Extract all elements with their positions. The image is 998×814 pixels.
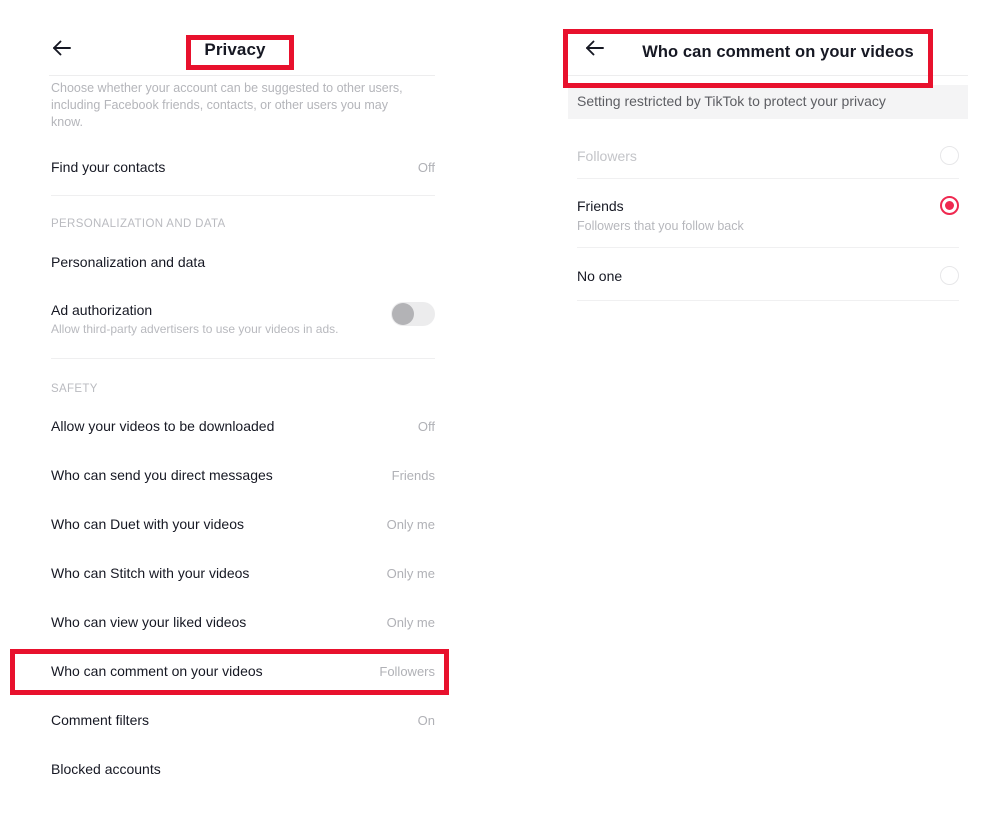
screenshot-root: Privacy Choose whether your account can … [0,0,998,814]
option-sublabel: Followers that you follow back [577,219,744,233]
privacy-description: Choose whether your account can be sugge… [51,81,403,129]
radio-friends[interactable] [940,196,959,215]
setting-row-liked-videos[interactable]: Who can view your liked videos Only me [51,614,435,642]
restriction-notice-text: Setting restricted by TikTok to protect … [577,93,886,109]
setting-row-allow-downloads[interactable]: Allow your videos to be downloaded Off [51,418,435,446]
option-divider [577,247,959,248]
row-label: Find your contacts [51,159,166,175]
toggle-knob [392,303,414,325]
section-divider [51,358,435,359]
setting-row-comment-filters[interactable]: Comment filters On [51,712,435,740]
setting-row-blocked-accounts[interactable]: Blocked accounts [51,761,435,789]
row-value: Only me [386,566,435,581]
row-label: Personalization and data [51,254,206,270]
row-value: Off [417,160,435,175]
restriction-notice-banner: Setting restricted by TikTok to protect … [568,85,968,119]
row-label: Who can send you direct messages [51,467,273,483]
setting-row-duet[interactable]: Who can Duet with your videos Only me [51,516,435,544]
privacy-settings-panel: Privacy Choose whether your account can … [35,0,435,814]
row-label: Comment filters [51,712,150,728]
page-title: Who can comment on your videos [642,43,914,61]
setting-row-ad-authorization[interactable]: Ad authorization Allow third-party adver… [51,302,435,350]
row-value: Only me [386,517,435,532]
right-header: Who can comment on your videos [568,0,968,76]
row-value: Friends [391,468,435,483]
row-label: Ad authorization [51,302,153,318]
option-divider [577,178,959,179]
option-label: Friends [577,198,624,214]
row-sublabel: Allow third-party advertisers to use you… [51,322,339,336]
section-divider [51,195,435,196]
row-label: Who can Duet with your videos [51,516,244,532]
group-header-safety: SAFETY [51,383,98,395]
row-label: Blocked accounts [51,761,161,777]
radio-followers[interactable] [940,146,959,165]
setting-row-stitch[interactable]: Who can Stitch with your videos Only me [51,565,435,593]
group-header-personalization: PERSONALIZATION AND DATA [51,218,226,230]
header-divider [568,75,968,76]
who-can-comment-panel: Who can comment on your videos Setting r… [568,0,968,814]
setting-row-who-can-comment[interactable]: Who can comment on your videos Followers [51,663,435,691]
option-label: No one [577,268,623,284]
option-divider [577,300,959,301]
header-divider [49,75,435,76]
row-label: Who can Stitch with your videos [51,565,250,581]
row-label: Allow your videos to be downloaded [51,418,275,434]
row-value: Followers [379,664,435,679]
option-label: Followers [577,148,637,164]
left-header: Privacy [35,0,435,76]
ad-authorization-toggle[interactable] [391,302,435,326]
setting-row-personalization-and-data[interactable]: Personalization and data [51,254,435,282]
page-title: Privacy [204,40,266,59]
row-value: Off [417,419,435,434]
row-value: Only me [386,615,435,630]
row-value: On [417,713,435,728]
setting-row-find-your-contacts[interactable]: Find your contacts Off [51,159,435,187]
row-label: Who can view your liked videos [51,614,247,630]
row-label: Who can comment on your videos [51,663,263,679]
setting-row-direct-messages[interactable]: Who can send you direct messages Friends [51,467,435,495]
radio-no-one[interactable] [940,266,959,285]
